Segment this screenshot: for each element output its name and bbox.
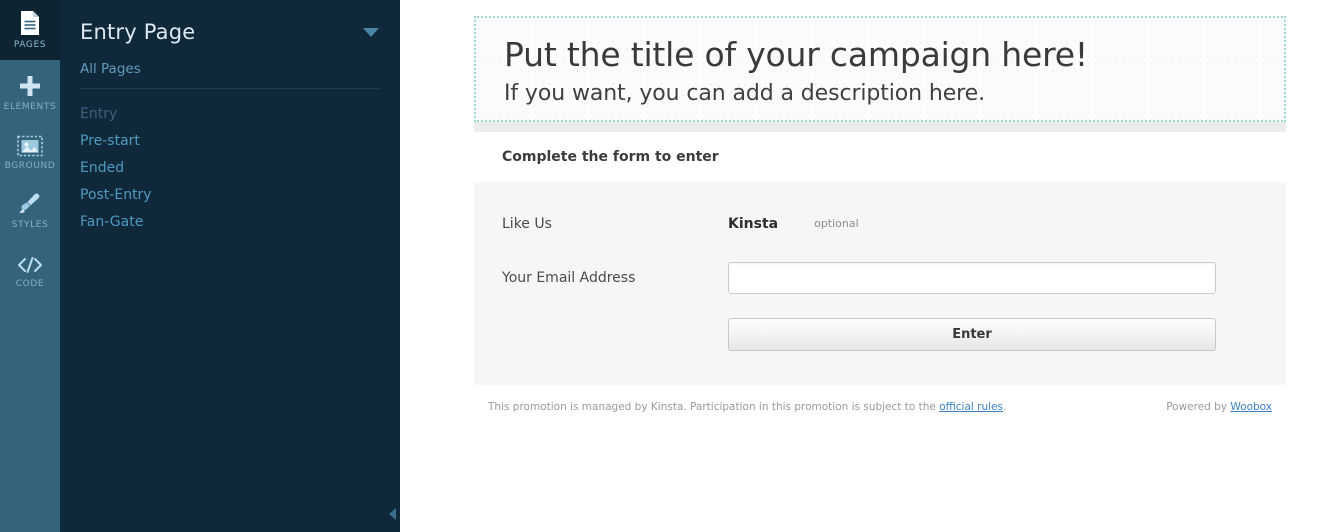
- page-list-item-fan-gate[interactable]: Fan-Gate: [80, 208, 380, 235]
- like-us-label: Like Us: [502, 215, 552, 232]
- pages-panel: Entry Page All Pages Entry Pre-start End…: [60, 0, 400, 532]
- footer-legal-suffix: .: [1002, 400, 1007, 413]
- woobox-link[interactable]: Woobox: [1230, 401, 1272, 413]
- campaign-canvas: Put the title of your campaign here! If …: [400, 0, 1335, 532]
- collapse-left-icon[interactable]: [389, 508, 396, 520]
- rail-item-pages[interactable]: PAGES: [0, 0, 60, 60]
- footer-legal-text: This promotion is managed by Kinsta. Par…: [488, 401, 1006, 413]
- page-list: Entry Pre-start Ended Post-Entry Fan-Gat…: [80, 89, 380, 235]
- image-icon: [17, 131, 43, 157]
- page-list-item-ended[interactable]: Ended: [80, 154, 380, 181]
- rail-item-label: PAGES: [13, 40, 47, 50]
- campaign-editor: PAGES ELEMENTS BGROUND STYLES CODE Entry…: [0, 0, 1335, 532]
- form-row-submit: Enter: [502, 317, 1258, 351]
- tool-rail: PAGES ELEMENTS BGROUND STYLES CODE: [0, 0, 60, 532]
- official-rules-link[interactable]: official rules: [939, 401, 1003, 413]
- rail-item-code[interactable]: CODE: [0, 239, 60, 298]
- submit-control: Enter: [728, 317, 1258, 351]
- powered-by: Powered by Woobox: [1166, 401, 1272, 413]
- page-list-item-entry[interactable]: Entry: [80, 100, 380, 127]
- entry-form: Like Us Kinsta optional Your Email Addre…: [474, 181, 1286, 385]
- rail-item-label: ELEMENTS: [3, 101, 57, 112]
- campaign-footer: This promotion is managed by Kinsta. Par…: [474, 385, 1286, 413]
- rail-item-label: CODE: [15, 278, 45, 289]
- campaign-preview: Put the title of your campaign here! If …: [474, 16, 1286, 413]
- optional-badge: optional: [814, 217, 859, 231]
- chevron-down-icon[interactable]: [363, 27, 379, 37]
- form-row-like-us: Like Us Kinsta optional: [502, 210, 1258, 238]
- page-list-item-post-entry[interactable]: Post-Entry: [80, 181, 380, 208]
- rail-item-label: STYLES: [11, 219, 49, 230]
- email-label: Your Email Address: [502, 269, 636, 286]
- code-icon: [16, 249, 44, 275]
- document-icon: [19, 10, 41, 36]
- campaign-description: If you want, you can add a description h…: [504, 80, 985, 106]
- rail-item-label: BGROUND: [4, 160, 56, 171]
- like-us-control: Kinsta optional: [728, 216, 1258, 232]
- brand-name: Kinsta: [728, 215, 779, 232]
- page-title: Entry Page: [80, 20, 196, 44]
- form-row-email: Your Email Address: [502, 261, 1258, 294]
- enter-button[interactable]: Enter: [728, 317, 1216, 351]
- brush-icon: [18, 190, 42, 216]
- header-divider-strip: [474, 121, 1286, 132]
- footer-legal-prefix: This promotion is managed by Kinsta. Par…: [488, 400, 940, 413]
- campaign-header-block[interactable]: Put the title of your campaign here! If …: [474, 16, 1286, 122]
- rail-item-styles[interactable]: STYLES: [0, 180, 60, 239]
- plus-icon: [18, 72, 42, 98]
- form-heading: Complete the form to enter: [474, 131, 1286, 182]
- pages-panel-header: Entry Page: [80, 0, 380, 56]
- rail-item-elements[interactable]: ELEMENTS: [0, 62, 60, 121]
- powered-by-prefix: Powered by: [1166, 400, 1231, 413]
- campaign-title: Put the title of your campaign here!: [504, 35, 1088, 74]
- rail-item-bground[interactable]: BGROUND: [0, 121, 60, 180]
- email-control: [728, 261, 1258, 294]
- page-list-item-pre-start[interactable]: Pre-start: [80, 127, 380, 154]
- email-field[interactable]: [728, 261, 1216, 294]
- all-pages-link[interactable]: All Pages: [80, 56, 380, 89]
